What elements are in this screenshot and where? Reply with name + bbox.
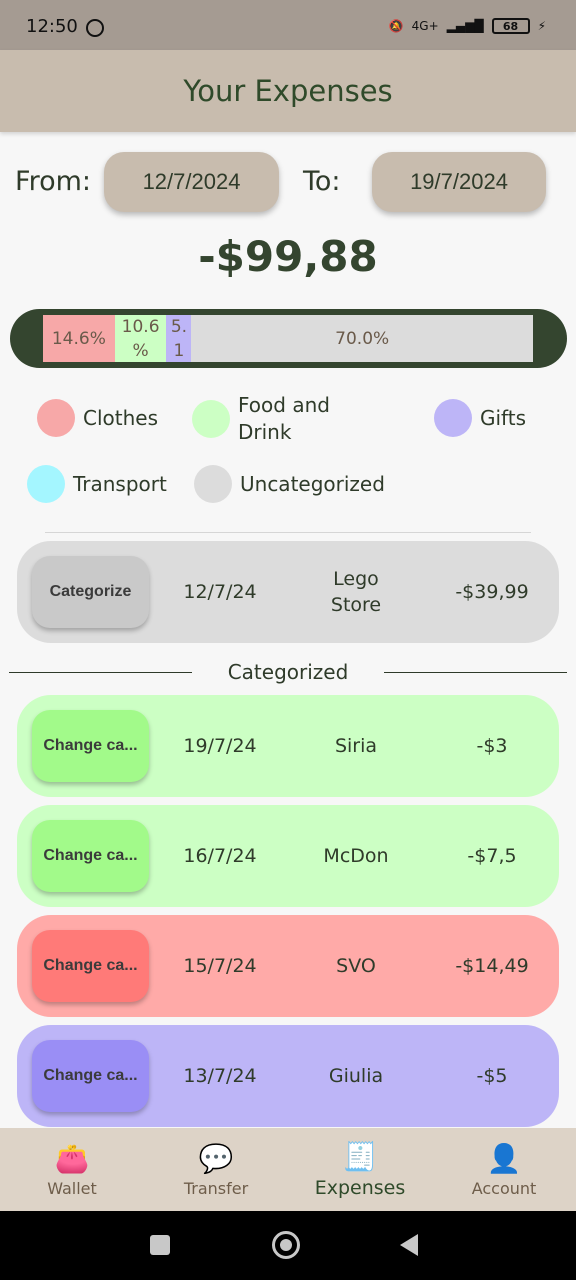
legend-item: Clothes <box>37 399 177 437</box>
section-line-right <box>384 672 567 673</box>
bottom-navigation: 👛 Wallet 💬 Transfer 🧾 Expenses 👤 Account <box>0 1128 576 1211</box>
system-navigation <box>0 1211 576 1280</box>
network-label: 4G+ <box>411 19 439 33</box>
expense-name: Lego Store <box>330 568 382 616</box>
expense-date: 19/7/24 <box>183 735 257 757</box>
expense-date: 12/7/24 <box>183 581 257 603</box>
expense-amount: -$5 <box>476 1065 508 1087</box>
notification-icon <box>86 19 104 37</box>
change-category-button[interactable]: Change ca... <box>32 930 149 1002</box>
legend-swatch <box>194 465 232 503</box>
expense-name: Siria <box>334 735 378 757</box>
expense-card: Change ca... 19/7/24 Siria -$3 <box>17 695 559 797</box>
legend-item: Food and Drink <box>192 392 362 446</box>
page-title: Your Expenses <box>183 74 393 108</box>
nav-item-wallet[interactable]: 👛 Wallet <box>0 1128 144 1211</box>
expense-card: Change ca... 15/7/24 SVO -$14,49 <box>17 915 559 1017</box>
recents-icon[interactable] <box>150 1235 170 1255</box>
charging-icon: ⚡ <box>537 19 546 33</box>
app-bar: Your Expenses <box>0 50 576 132</box>
mute-icon: 🔕 <box>388 19 404 33</box>
expense-date: 16/7/24 <box>183 845 257 867</box>
categorize-button[interactable]: Categorize <box>32 556 149 628</box>
status-time: 12:50 <box>26 16 78 37</box>
nav-item-expenses[interactable]: 🧾 Expenses <box>288 1128 432 1211</box>
total-amount: -$99,88 <box>198 232 378 281</box>
legend-swatch <box>27 465 65 503</box>
breakdown-segment: 10.6 % <box>114 315 167 362</box>
expense-name: SVO <box>336 955 376 977</box>
expense-name: Giulia <box>328 1065 384 1087</box>
battery-level: 68 <box>502 19 519 33</box>
legend-label: Clothes <box>83 406 158 430</box>
legend-label: Uncategorized <box>240 472 385 496</box>
change-category-button[interactable]: Change ca... <box>32 1040 149 1112</box>
category-breakdown-bar: 14.6% 10.6 % 5. 1 70.0% <box>10 309 567 368</box>
legend-swatch <box>37 399 75 437</box>
status-bar: 12:50 🔕 4G+ ▂▄▆█ 68 ⚡ <box>0 0 576 50</box>
legend-label: Gifts <box>480 406 527 430</box>
expense-amount: -$39,99 <box>455 581 529 603</box>
receipt-icon: 🧾 <box>342 1140 378 1173</box>
expense-card: Categorize 12/7/24 Lego Store -$39,99 <box>17 541 559 643</box>
wallet-icon: 👛 <box>54 1141 90 1175</box>
nav-label: Wallet <box>47 1178 97 1198</box>
legend-item: Gifts <box>434 399 554 437</box>
expense-amount: -$3 <box>476 735 508 757</box>
breakdown-segment: 5. 1 <box>166 315 192 362</box>
expense-name: McDon <box>323 845 389 867</box>
nav-item-account[interactable]: 👤 Account <box>432 1128 576 1211</box>
chat-icon: 💬 <box>198 1141 234 1175</box>
back-icon[interactable] <box>400 1234 418 1256</box>
categorized-header: Categorized <box>0 657 576 689</box>
breakdown-segment: 14.6% <box>43 315 115 362</box>
to-label: To: <box>303 166 341 197</box>
nav-label: Account <box>471 1178 537 1198</box>
home-icon[interactable] <box>272 1231 300 1259</box>
status-right: 🔕 4G+ ▂▄▆█ 68 ⚡ <box>389 18 546 34</box>
legend-label: Food and Drink <box>238 393 330 444</box>
nav-label: Expenses <box>314 1177 406 1199</box>
signal-icon: ▂▄▆█ <box>446 19 484 33</box>
legend-item: Transport <box>27 465 187 503</box>
expense-date: 15/7/24 <box>183 955 257 977</box>
nav-item-transfer[interactable]: 💬 Transfer <box>144 1128 288 1211</box>
nav-label: Transfer <box>183 1178 249 1198</box>
expense-amount: -$14,49 <box>455 955 529 977</box>
expense-card: Change ca... 16/7/24 McDon -$7,5 <box>17 805 559 907</box>
date-range: From: 12/7/2024 To: 19/7/2024 <box>0 150 576 214</box>
legend-swatch <box>434 399 472 437</box>
battery-icon: 68 <box>491 18 530 34</box>
legend-swatch <box>192 400 230 438</box>
change-category-button[interactable]: Change ca... <box>32 820 149 892</box>
expense-amount: -$7,5 <box>467 845 517 867</box>
change-category-button[interactable]: Change ca... <box>32 710 149 782</box>
legend-label: Transport <box>73 472 167 496</box>
from-label: From: <box>15 166 91 197</box>
legend-item: Uncategorized <box>194 465 414 503</box>
to-date-button[interactable]: 19/7/2024 <box>372 152 546 212</box>
breakdown-segment: 70.0% <box>191 315 533 362</box>
breakdown-segments: 14.6% 10.6 % 5. 1 70.0% <box>43 315 533 362</box>
expense-card: Change ca... 13/7/24 Giulia -$5 <box>17 1025 559 1127</box>
expense-date: 13/7/24 <box>183 1065 257 1087</box>
from-date-button[interactable]: 12/7/2024 <box>104 152 279 212</box>
divider <box>45 532 531 533</box>
account-icon: 👤 <box>486 1141 522 1175</box>
